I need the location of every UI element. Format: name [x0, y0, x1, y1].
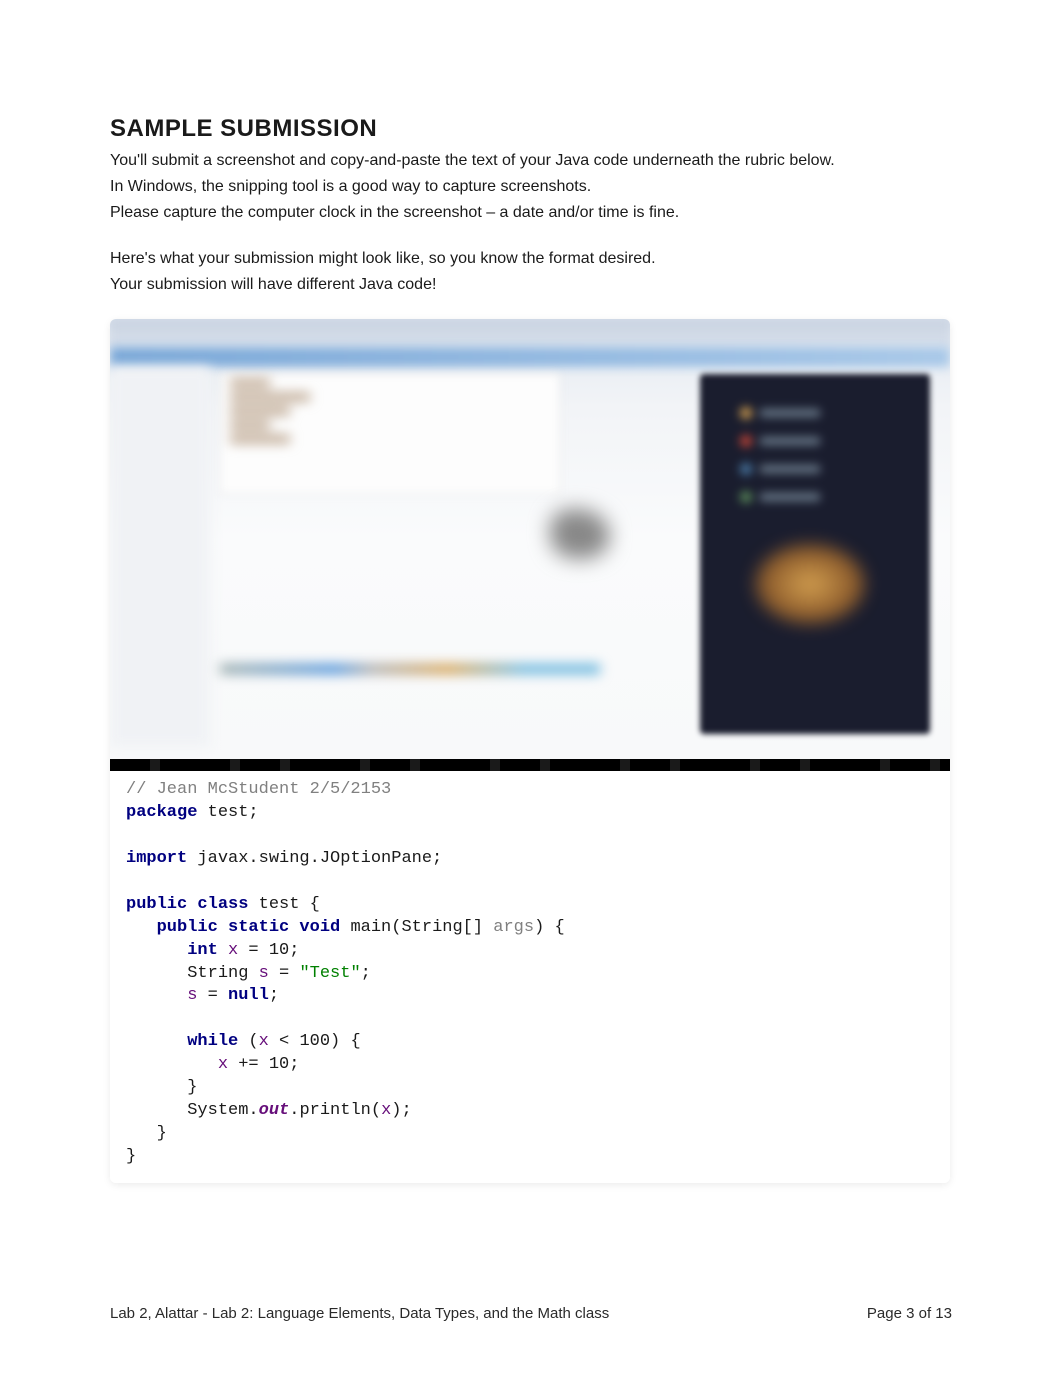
- sample-java-code: // Jean McStudent 2/5/2153 package test;…: [110, 759, 950, 1183]
- footer-left: Lab 2, Alattar - Lab 2: Language Element…: [110, 1305, 609, 1322]
- sample-screenshot-container: // Jean McStudent 2/5/2153 package test;…: [110, 319, 950, 1183]
- intro-line-2: In Windows, the snipping tool is a good …: [110, 175, 952, 199]
- intro-line-3: Please capture the computer clock in the…: [110, 201, 952, 225]
- intro-line-1: You'll submit a screenshot and copy-and-…: [110, 149, 952, 173]
- intro-line-5: Your submission will have different Java…: [110, 273, 952, 297]
- blurred-ide-screenshot: [110, 319, 950, 759]
- section-heading: SAMPLE SUBMISSION: [110, 115, 952, 143]
- footer-right: Page 3 of 13: [867, 1305, 952, 1322]
- intro-line-4: Here's what your submission might look l…: [110, 247, 952, 271]
- page-footer: Lab 2, Alattar - Lab 2: Language Element…: [110, 1305, 952, 1322]
- code-comment: // Jean McStudent 2/5/2153: [126, 780, 391, 799]
